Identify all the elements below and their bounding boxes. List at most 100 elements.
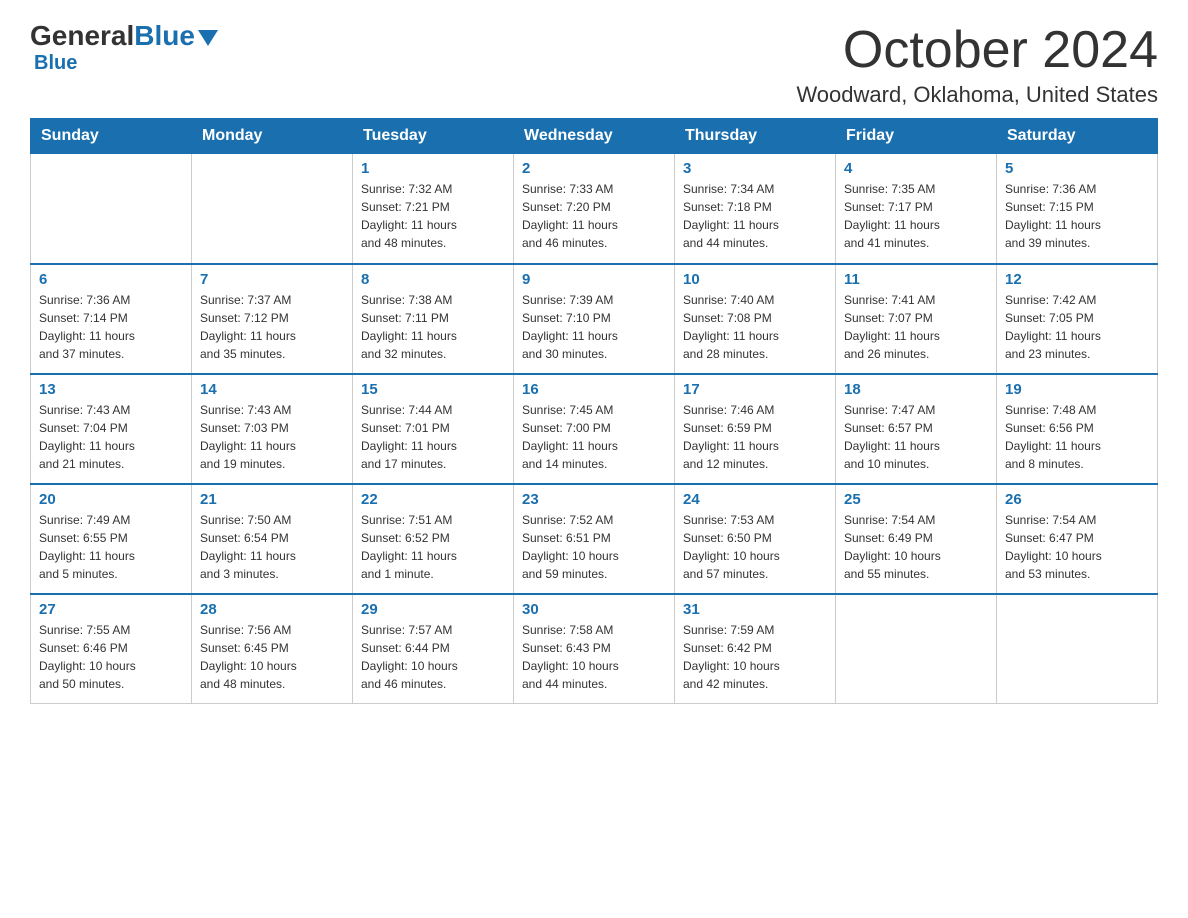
day-number: 25	[844, 491, 988, 508]
day-info: Sunrise: 7:33 AMSunset: 7:20 PMDaylight:…	[522, 180, 666, 252]
day-info: Sunrise: 7:42 AMSunset: 7:05 PMDaylight:…	[1005, 291, 1149, 363]
calendar-header-sunday: Sunday	[31, 119, 192, 154]
day-info: Sunrise: 7:56 AMSunset: 6:45 PMDaylight:…	[200, 621, 344, 693]
day-number: 8	[361, 271, 505, 288]
calendar-week-row: 1Sunrise: 7:32 AMSunset: 7:21 PMDaylight…	[31, 154, 1158, 264]
day-info: Sunrise: 7:55 AMSunset: 6:46 PMDaylight:…	[39, 621, 183, 693]
calendar-cell: 31 Sunrise: 7:59 AMSunset: 6:42 PMDayligh…	[675, 594, 836, 704]
calendar-cell: 30 Sunrise: 7:58 AMSunset: 6:43 PMDayligh…	[514, 594, 675, 704]
day-info: Sunrise: 7:39 AMSunset: 7:10 PMDaylight:…	[522, 291, 666, 363]
day-info: Sunrise: 7:44 AMSunset: 7:01 PMDaylight:…	[361, 401, 505, 473]
calendar-week-row: 13Sunrise: 7:43 AMSunset: 7:04 PMDayligh…	[31, 374, 1158, 484]
calendar-header-friday: Friday	[836, 119, 997, 154]
day-number: 10	[683, 271, 827, 288]
day-number: 24	[683, 491, 827, 508]
day-number: 4	[844, 160, 988, 177]
day-number: 3	[683, 160, 827, 177]
day-info: Sunrise: 7:45 AMSunset: 7:00 PMDaylight:…	[522, 401, 666, 473]
title-section: October 2024 Woodward, Oklahoma, United …	[796, 20, 1158, 108]
calendar-header-tuesday: Tuesday	[353, 119, 514, 154]
page-header: General Blue Blue October 2024 Woodward,…	[30, 20, 1158, 108]
calendar-cell: 15 Sunrise: 7:44 AMSunset: 7:01 PMDayligh…	[353, 374, 514, 484]
logo: General Blue Blue	[30, 20, 218, 75]
calendar-week-row: 20 Sunrise: 7:49 AMSunset: 6:55 PMDayligh…	[31, 484, 1158, 594]
calendar-cell: 9 Sunrise: 7:39 AMSunset: 7:10 PMDaylight…	[514, 264, 675, 374]
day-info: Sunrise: 7:41 AMSunset: 7:07 PMDaylight:…	[844, 291, 988, 363]
logo-general-text: General	[30, 20, 134, 52]
calendar-cell: 13Sunrise: 7:43 AMSunset: 7:04 PMDayligh…	[31, 374, 192, 484]
calendar-cell: 7 Sunrise: 7:37 AMSunset: 7:12 PMDaylight…	[192, 264, 353, 374]
calendar-cell: 17 Sunrise: 7:46 AMSunset: 6:59 PMDayligh…	[675, 374, 836, 484]
day-info: Sunrise: 7:54 AMSunset: 6:47 PMDaylight:…	[1005, 511, 1149, 583]
calendar-cell: 20 Sunrise: 7:49 AMSunset: 6:55 PMDayligh…	[31, 484, 192, 594]
logo-blue-underline: Blue	[34, 52, 77, 74]
calendar-cell: 29 Sunrise: 7:57 AMSunset: 6:44 PMDayligh…	[353, 594, 514, 704]
calendar-header-wednesday: Wednesday	[514, 119, 675, 154]
calendar-cell: 14Sunrise: 7:43 AMSunset: 7:03 PMDayligh…	[192, 374, 353, 484]
day-info: Sunrise: 7:36 AMSunset: 7:14 PMDaylight:…	[39, 291, 183, 363]
day-info: Sunrise: 7:43 AMSunset: 7:03 PMDaylight:…	[200, 401, 344, 473]
day-info: Sunrise: 7:47 AMSunset: 6:57 PMDaylight:…	[844, 401, 988, 473]
day-info: Sunrise: 7:34 AMSunset: 7:18 PMDaylight:…	[683, 180, 827, 252]
calendar-header-thursday: Thursday	[675, 119, 836, 154]
calendar-cell: 18 Sunrise: 7:47 AMSunset: 6:57 PMDayligh…	[836, 374, 997, 484]
day-info: Sunrise: 7:57 AMSunset: 6:44 PMDaylight:…	[361, 621, 505, 693]
calendar-cell: 4Sunrise: 7:35 AMSunset: 7:17 PMDaylight…	[836, 154, 997, 264]
day-number: 31	[683, 601, 827, 618]
calendar-cell: 19 Sunrise: 7:48 AMSunset: 6:56 PMDayligh…	[997, 374, 1158, 484]
day-number: 26	[1005, 491, 1149, 508]
day-info: Sunrise: 7:58 AMSunset: 6:43 PMDaylight:…	[522, 621, 666, 693]
day-info: Sunrise: 7:46 AMSunset: 6:59 PMDaylight:…	[683, 401, 827, 473]
calendar-table: SundayMondayTuesdayWednesdayThursdayFrid…	[30, 118, 1158, 704]
day-number: 29	[361, 601, 505, 618]
calendar-cell	[31, 154, 192, 264]
calendar-cell: 6Sunrise: 7:36 AMSunset: 7:14 PMDaylight…	[31, 264, 192, 374]
calendar-cell: 22Sunrise: 7:51 AMSunset: 6:52 PMDayligh…	[353, 484, 514, 594]
day-number: 9	[522, 271, 666, 288]
calendar-cell: 24Sunrise: 7:53 AMSunset: 6:50 PMDayligh…	[675, 484, 836, 594]
day-info: Sunrise: 7:51 AMSunset: 6:52 PMDaylight:…	[361, 511, 505, 583]
location-title: Woodward, Oklahoma, United States	[796, 82, 1158, 108]
calendar-week-row: 6Sunrise: 7:36 AMSunset: 7:14 PMDaylight…	[31, 264, 1158, 374]
day-info: Sunrise: 7:48 AMSunset: 6:56 PMDaylight:…	[1005, 401, 1149, 473]
day-number: 2	[522, 160, 666, 177]
day-info: Sunrise: 7:38 AMSunset: 7:11 PMDaylight:…	[361, 291, 505, 363]
calendar-cell: 12 Sunrise: 7:42 AMSunset: 7:05 PMDayligh…	[997, 264, 1158, 374]
logo-blue-text: Blue	[134, 20, 195, 52]
calendar-cell: 2 Sunrise: 7:33 AMSunset: 7:20 PMDaylight…	[514, 154, 675, 264]
day-info: Sunrise: 7:59 AMSunset: 6:42 PMDaylight:…	[683, 621, 827, 693]
month-title: October 2024	[796, 20, 1158, 80]
day-info: Sunrise: 7:40 AMSunset: 7:08 PMDaylight:…	[683, 291, 827, 363]
calendar-cell: 25 Sunrise: 7:54 AMSunset: 6:49 PMDayligh…	[836, 484, 997, 594]
calendar-week-row: 27 Sunrise: 7:55 AMSunset: 6:46 PMDayligh…	[31, 594, 1158, 704]
day-number: 12	[1005, 271, 1149, 288]
day-number: 27	[39, 601, 183, 618]
day-info: Sunrise: 7:54 AMSunset: 6:49 PMDaylight:…	[844, 511, 988, 583]
day-info: Sunrise: 7:36 AMSunset: 7:15 PMDaylight:…	[1005, 180, 1149, 252]
day-number: 20	[39, 491, 183, 508]
calendar-cell: 21 Sunrise: 7:50 AMSunset: 6:54 PMDayligh…	[192, 484, 353, 594]
day-number: 18	[844, 381, 988, 398]
calendar-cell: 26 Sunrise: 7:54 AMSunset: 6:47 PMDayligh…	[997, 484, 1158, 594]
calendar-cell: 11Sunrise: 7:41 AMSunset: 7:07 PMDayligh…	[836, 264, 997, 374]
day-number: 19	[1005, 381, 1149, 398]
day-number: 17	[683, 381, 827, 398]
day-number: 21	[200, 491, 344, 508]
calendar-cell: 28Sunrise: 7:56 AMSunset: 6:45 PMDayligh…	[192, 594, 353, 704]
day-info: Sunrise: 7:49 AMSunset: 6:55 PMDaylight:…	[39, 511, 183, 583]
day-number: 7	[200, 271, 344, 288]
day-number: 23	[522, 491, 666, 508]
calendar-header-row: SundayMondayTuesdayWednesdayThursdayFrid…	[31, 119, 1158, 154]
calendar-cell	[192, 154, 353, 264]
day-info: Sunrise: 7:32 AMSunset: 7:21 PMDaylight:…	[361, 180, 505, 252]
day-info: Sunrise: 7:52 AMSunset: 6:51 PMDaylight:…	[522, 511, 666, 583]
day-number: 15	[361, 381, 505, 398]
calendar-cell: 5 Sunrise: 7:36 AMSunset: 7:15 PMDaylight…	[997, 154, 1158, 264]
calendar-cell: 8 Sunrise: 7:38 AMSunset: 7:11 PMDaylight…	[353, 264, 514, 374]
day-info: Sunrise: 7:37 AMSunset: 7:12 PMDaylight:…	[200, 291, 344, 363]
day-number: 30	[522, 601, 666, 618]
day-info: Sunrise: 7:50 AMSunset: 6:54 PMDaylight:…	[200, 511, 344, 583]
day-number: 16	[522, 381, 666, 398]
day-number: 5	[1005, 160, 1149, 177]
calendar-cell: 10 Sunrise: 7:40 AMSunset: 7:08 PMDayligh…	[675, 264, 836, 374]
